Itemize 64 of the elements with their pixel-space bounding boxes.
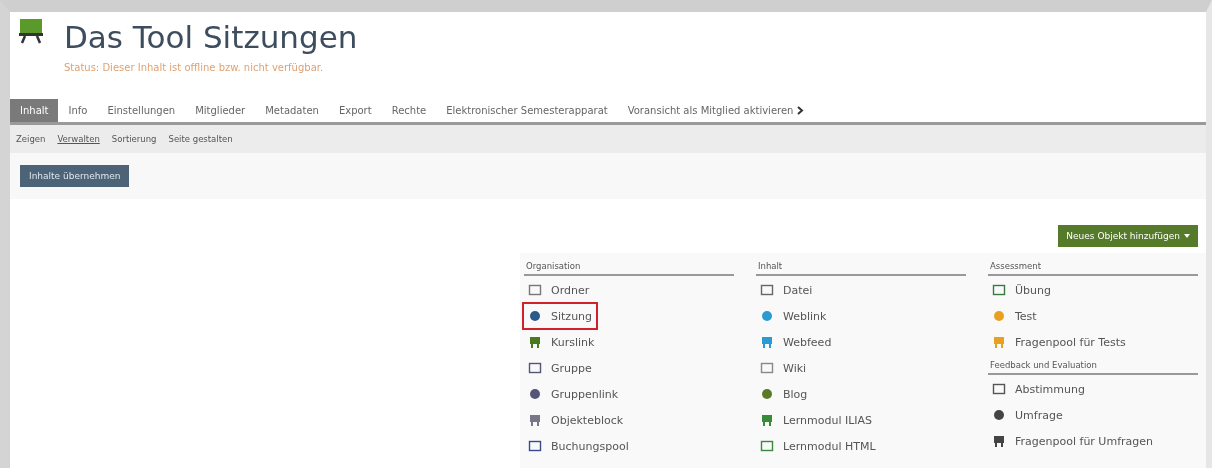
tab[interactable]: Einstellungen (97, 99, 186, 122)
caret-icon (1184, 234, 1190, 238)
item-icon (992, 408, 1006, 422)
menu-item[interactable]: Webfeed (756, 330, 836, 354)
item-icon (528, 283, 542, 297)
take-over-button[interactable]: Inhalte übernehmen (20, 165, 130, 187)
tab[interactable]: Export (328, 99, 382, 122)
menu-item[interactable]: Wiki (756, 356, 811, 380)
menu-item[interactable]: Kurslink (524, 330, 599, 354)
tab[interactable]: Elektronischer Semesterapparat (436, 99, 618, 122)
item-icon (760, 283, 774, 297)
item-icon (528, 413, 542, 427)
item-icon (992, 309, 1006, 323)
item-icon (760, 309, 774, 323)
menu-item[interactable]: Blog (756, 382, 812, 406)
menu-item[interactable]: Buchungspool (524, 434, 633, 458)
item-icon (528, 361, 542, 375)
tab[interactable]: Inhalt (10, 99, 59, 122)
item-icon (992, 335, 1006, 349)
chevron-icon (797, 106, 805, 115)
item-icon (992, 434, 1006, 448)
menu-item[interactable]: Fragenpool für Umfragen (988, 429, 1157, 453)
group-heading: Organisation (524, 257, 734, 276)
tab[interactable]: Mitglieder (185, 99, 256, 122)
menu-item[interactable]: Sitzung (524, 304, 597, 328)
item-icon (760, 335, 774, 349)
status-text: Status: Dieser Inhalt ist offline bzw. nicht verfügbar. (64, 62, 325, 73)
subtab[interactable]: Seite gestalten (168, 134, 233, 144)
group-heading: Inhalt (756, 257, 966, 276)
item-icon (528, 309, 542, 323)
group-heading: Feedback und Evaluation (988, 356, 1198, 375)
item-icon (528, 387, 542, 401)
subtab[interactable]: Zeigen (16, 134, 46, 144)
item-icon (528, 335, 542, 349)
group-heading: Assessment (988, 257, 1198, 276)
menu-item[interactable]: Weblink (756, 304, 831, 328)
menu-item[interactable]: Fragenpool für Tests (988, 330, 1130, 354)
menu-item[interactable]: Lernmodul ILIAS (756, 408, 877, 432)
tab[interactable]: Voransicht als Mitglied aktivieren (617, 99, 815, 122)
menu-item[interactable]: Objekteblock (524, 408, 628, 432)
item-icon (992, 283, 1006, 297)
menu-item[interactable]: Umfrage (988, 403, 1067, 427)
menu-item[interactable]: Test (988, 304, 1041, 328)
subtab[interactable]: Verwalten (57, 134, 100, 144)
easel-icon (18, 18, 44, 44)
add-object-button[interactable]: Neues Objekt hinzufügen (1058, 225, 1198, 247)
item-icon (760, 361, 774, 375)
tab[interactable]: Rechte (381, 99, 437, 122)
menu-item[interactable]: Gruppe (524, 356, 596, 380)
item-icon (760, 439, 774, 453)
item-icon (528, 439, 542, 453)
subtab[interactable]: Sortierung (111, 134, 157, 144)
item-icon (760, 387, 774, 401)
menu-item[interactable]: Ordner (524, 278, 594, 302)
page-title: Das Tool Sitzungen (64, 18, 358, 56)
menu-item[interactable]: Gruppenlink (524, 382, 623, 406)
menu-item[interactable]: Abstimmung (988, 377, 1089, 401)
item-icon (760, 413, 774, 427)
menu-item[interactable]: Lernmodul HTML (756, 434, 880, 458)
menu-item[interactable]: Übung (988, 278, 1055, 302)
item-icon (992, 382, 1006, 396)
menu-item[interactable]: Datei (756, 278, 817, 302)
tab[interactable]: Info (58, 99, 98, 122)
tab[interactable]: Metadaten (255, 99, 329, 122)
